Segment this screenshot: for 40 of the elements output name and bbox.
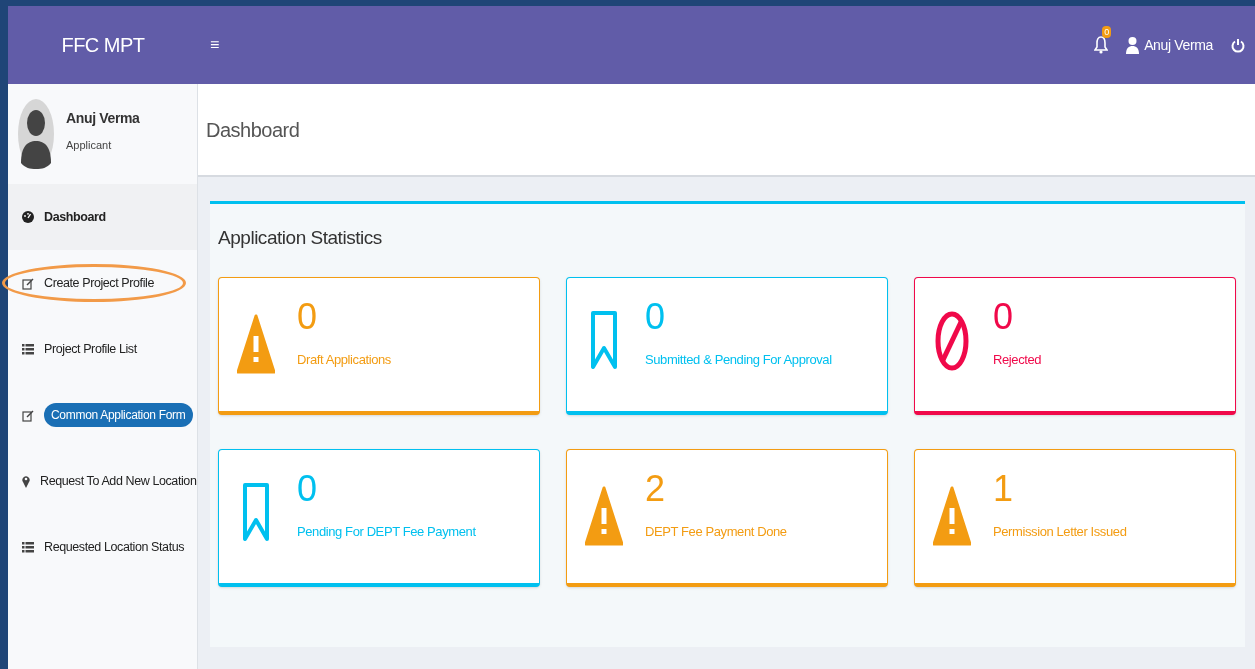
nav-link[interactable]: Project Profile List [44, 339, 137, 359]
stat-count: 0 [297, 469, 319, 508]
stat-count: 2 [645, 469, 667, 508]
user-role: Applicant [66, 138, 113, 154]
list-icon [22, 343, 34, 355]
nav-link[interactable]: Dashboard [44, 207, 106, 227]
stat-label: Rejected [993, 350, 1042, 369]
ban-icon [935, 309, 969, 372]
notification-badge: 0 [1102, 26, 1112, 38]
stat-label: Pending For DEPT Fee Payment [297, 522, 476, 541]
stat-count: 1 [993, 469, 1015, 508]
stat-label: DEPT Fee Payment Done [645, 522, 787, 541]
bookmark-icon [242, 481, 270, 542]
user-menu-link[interactable]: Anuj Verma [1144, 34, 1213, 56]
stat-label: Submitted & Pending For Approval [645, 350, 832, 369]
stat-card[interactable]: 0 Rejected [914, 276, 1236, 415]
nav-link[interactable]: Create Project Profile [44, 273, 154, 293]
nav-link[interactable]: Request To Add New Location [40, 471, 197, 491]
power-icon[interactable] [1231, 37, 1245, 53]
gauge-icon [22, 211, 34, 223]
stat-count: 0 [993, 297, 1015, 336]
bookmark-icon [590, 309, 618, 370]
nav-link[interactable]: Requested Location Status [44, 537, 185, 557]
list-icon [22, 541, 34, 553]
panel-title: Application Statistics [218, 227, 382, 248]
stat-label: Draft Applications [297, 350, 391, 369]
edit-icon [22, 408, 34, 422]
stat-count: 0 [645, 297, 667, 336]
stat-count: 0 [297, 297, 319, 336]
map-pin-icon [22, 474, 30, 488]
avatar-icon [18, 99, 54, 169]
bell-icon[interactable] [1094, 36, 1109, 54]
user-name: Anuj Verma [66, 109, 140, 129]
nav-pill-link[interactable]: Common Application Form [44, 403, 193, 427]
edit-icon [22, 276, 34, 290]
brand-title[interactable]: FFC MPT [61, 30, 145, 60]
menu-button[interactable]: ≡ [210, 33, 220, 57]
stat-label: Permission Letter Issued [993, 522, 1127, 541]
user-icon [1126, 36, 1140, 54]
page-title: Dashboard [206, 117, 300, 143]
